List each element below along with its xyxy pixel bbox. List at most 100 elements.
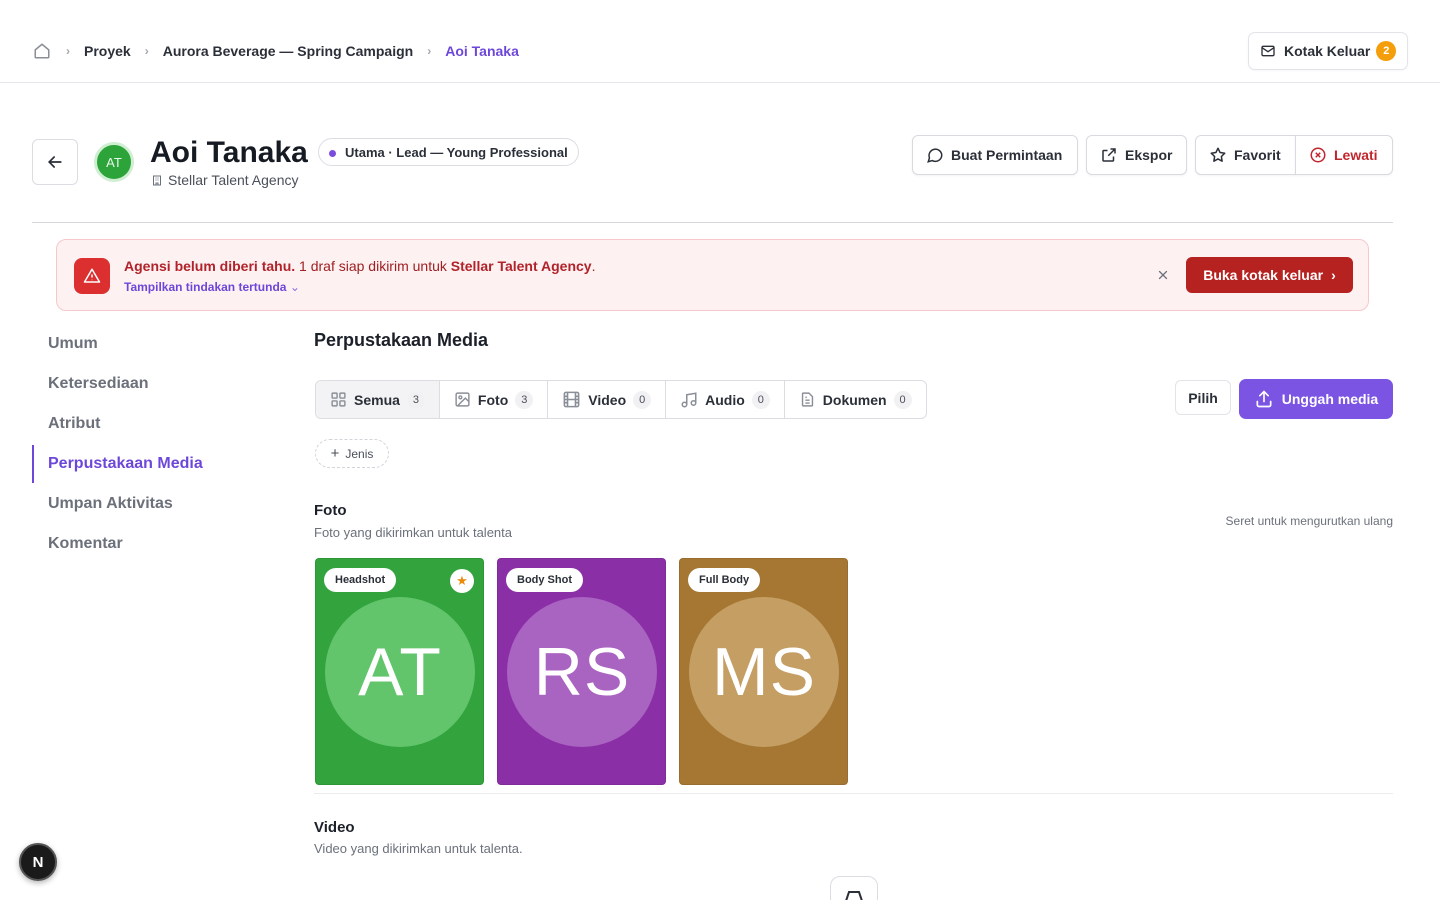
sidebar-item-attributes[interactable]: Atribut <box>32 405 282 443</box>
upload-icon <box>1256 390 1272 408</box>
create-request-button[interactable]: Buat Permintaan <box>912 135 1078 175</box>
media-card-headshot[interactable]: Headshot ★ AT <box>315 558 484 785</box>
skip-button[interactable]: Lewati <box>1295 135 1393 175</box>
open-outbox-label: Buka kotak keluar <box>1203 267 1324 283</box>
select-button[interactable]: Pilih <box>1175 380 1231 415</box>
warning-icon <box>74 258 110 294</box>
tab-video-count: 0 <box>633 390 652 409</box>
alert-message: Agensi belum diberi tahu. 1 draf siap di… <box>124 257 595 275</box>
alert-suffix: . <box>591 258 596 274</box>
outbox-button[interactable]: Kotak Keluar 2 <box>1248 32 1408 70</box>
plus-icon: + <box>330 445 340 462</box>
document-icon <box>801 392 813 407</box>
tab-all-count: 3 <box>406 390 425 409</box>
media-library-title: Perpustakaan Media <box>314 330 489 350</box>
tab-documents-count: 0 <box>893 390 912 409</box>
tab-photos[interactable]: Foto 3 <box>440 381 549 418</box>
home-icon[interactable] <box>32 41 52 61</box>
star-icon[interactable]: ★ <box>450 569 474 593</box>
breadcrumb-item-project[interactable]: Proyek <box>84 43 131 59</box>
outbox-label: Kotak Keluar <box>1284 43 1371 59</box>
add-type-label: Jenis <box>345 446 374 461</box>
media-card-tag: Body Shot <box>506 568 583 592</box>
x-circle-icon <box>1310 147 1326 163</box>
sidebar-item-availability[interactable]: Ketersediaan <box>32 365 282 403</box>
skip-label: Lewati <box>1334 147 1378 163</box>
alert-body: 1 draf siap dikirim untuk <box>299 258 447 274</box>
empty-state-icon <box>830 876 878 900</box>
media-filter-tabs: Semua 3 Foto 3 Video 0 Audio 0 Dokumen 0 <box>315 380 927 419</box>
agency-notify-alert: Agensi belum diberi tahu. 1 draf siap di… <box>56 239 1369 311</box>
back-button[interactable] <box>32 139 78 185</box>
building-icon <box>153 175 161 185</box>
tab-video[interactable]: Video 0 <box>548 381 667 418</box>
favorite-button[interactable]: Favorit <box>1195 135 1296 175</box>
photo-group-subtitle: Foto yang dikirimkan untuk talenta <box>314 525 512 540</box>
breadcrumb: › Proyek › Aurora Beverage — Spring Camp… <box>32 39 519 63</box>
video-group-subtitle: Video yang dikirimkan untuk talenta. <box>314 841 523 856</box>
next-devtools-button[interactable]: N <box>19 843 57 881</box>
chevron-down-icon: ⌄ <box>289 280 300 294</box>
top-bar: › Proyek › Aurora Beverage — Spring Camp… <box>0 0 1440 83</box>
sidebar-item-general[interactable]: Umum <box>32 325 282 363</box>
tab-all-label: Semua <box>354 391 400 408</box>
section-sidebar: Umum Ketersediaan Atribut Perpustakaan M… <box>32 325 282 565</box>
media-card-thumbnail: RS <box>507 597 657 747</box>
alert-title: Agensi belum diberi tahu. <box>124 258 296 274</box>
media-card-thumbnail: AT <box>325 597 475 747</box>
star-icon <box>1210 147 1226 162</box>
video-group-title: Video <box>314 819 355 836</box>
media-card-body-shot[interactable]: Body Shot RS <box>497 558 666 785</box>
upload-media-label: Unggah media <box>1281 391 1379 407</box>
role-badge: Utama · Lead — Young Professional <box>318 138 579 166</box>
upload-media-button[interactable]: Unggah media <box>1239 379 1393 419</box>
pending-link-label: Tampilkan tindakan tertunda <box>124 280 287 294</box>
breadcrumb-item-current: Aoi Tanaka <box>445 43 519 59</box>
sidebar-item-comments[interactable]: Komentar <box>32 525 282 563</box>
tab-audio-label: Audio <box>705 391 745 408</box>
export-label: Ekspor <box>1125 147 1173 163</box>
tab-audio[interactable]: Audio 0 <box>666 381 785 418</box>
chevron-right-icon: › <box>144 44 149 58</box>
chevron-right-icon: › <box>66 44 70 58</box>
breadcrumb-item-campaign[interactable]: Aurora Beverage — Spring Campaign <box>163 43 414 59</box>
alert-agency: Stellar Talent Agency <box>450 258 592 274</box>
outbox-count-badge: 2 <box>1376 41 1397 61</box>
chevron-right-icon: › <box>1331 267 1336 283</box>
open-outbox-button[interactable]: Buka kotak keluar › <box>1186 257 1353 293</box>
tab-all[interactable]: Semua 3 <box>316 381 440 418</box>
media-card-tag: Headshot <box>324 568 397 592</box>
media-card-tag: Full Body <box>688 568 761 592</box>
page-title: Aoi Tanaka <box>150 136 308 169</box>
external-link-icon <box>1102 148 1116 162</box>
sidebar-item-media-library[interactable]: Perpustakaan Media <box>32 445 282 483</box>
tab-photos-label: Foto <box>477 391 509 408</box>
film-icon <box>563 391 580 408</box>
avatar: AT <box>94 142 134 182</box>
sidebar-item-activity-feed[interactable]: Umpan Aktivitas <box>32 485 282 523</box>
media-card-full-body[interactable]: Full Body MS <box>679 558 848 785</box>
chevron-right-icon: › <box>427 44 432 58</box>
agency-info: Stellar Talent Agency <box>151 172 299 188</box>
export-button[interactable]: Ekspor <box>1086 135 1187 175</box>
group-divider <box>314 793 1393 794</box>
media-card-thumbnail: MS <box>689 597 839 747</box>
header-divider <box>32 222 1393 223</box>
photo-group-title: Foto <box>314 502 347 519</box>
grid-icon <box>331 392 346 407</box>
message-circle-icon <box>927 148 943 163</box>
add-type-button[interactable]: + Jenis <box>315 439 389 468</box>
agency-name[interactable]: Stellar Talent Agency <box>168 172 299 188</box>
arrow-left-icon <box>47 156 62 168</box>
tab-photos-count: 3 <box>515 390 534 409</box>
close-icon[interactable] <box>1154 266 1172 284</box>
reorder-hint: Seret untuk mengurutkan ulang <box>1225 514 1393 528</box>
image-icon <box>455 392 470 407</box>
tab-documents[interactable]: Dokumen 0 <box>785 381 926 418</box>
tab-audio-count: 0 <box>751 390 770 409</box>
show-pending-actions-link[interactable]: Tampilkan tindakan tertunda ⌄ <box>124 280 300 294</box>
music-icon <box>681 391 697 407</box>
tab-documents-label: Dokumen <box>822 391 887 408</box>
create-request-label: Buat Permintaan <box>951 147 1063 163</box>
tab-video-label: Video <box>588 391 627 408</box>
